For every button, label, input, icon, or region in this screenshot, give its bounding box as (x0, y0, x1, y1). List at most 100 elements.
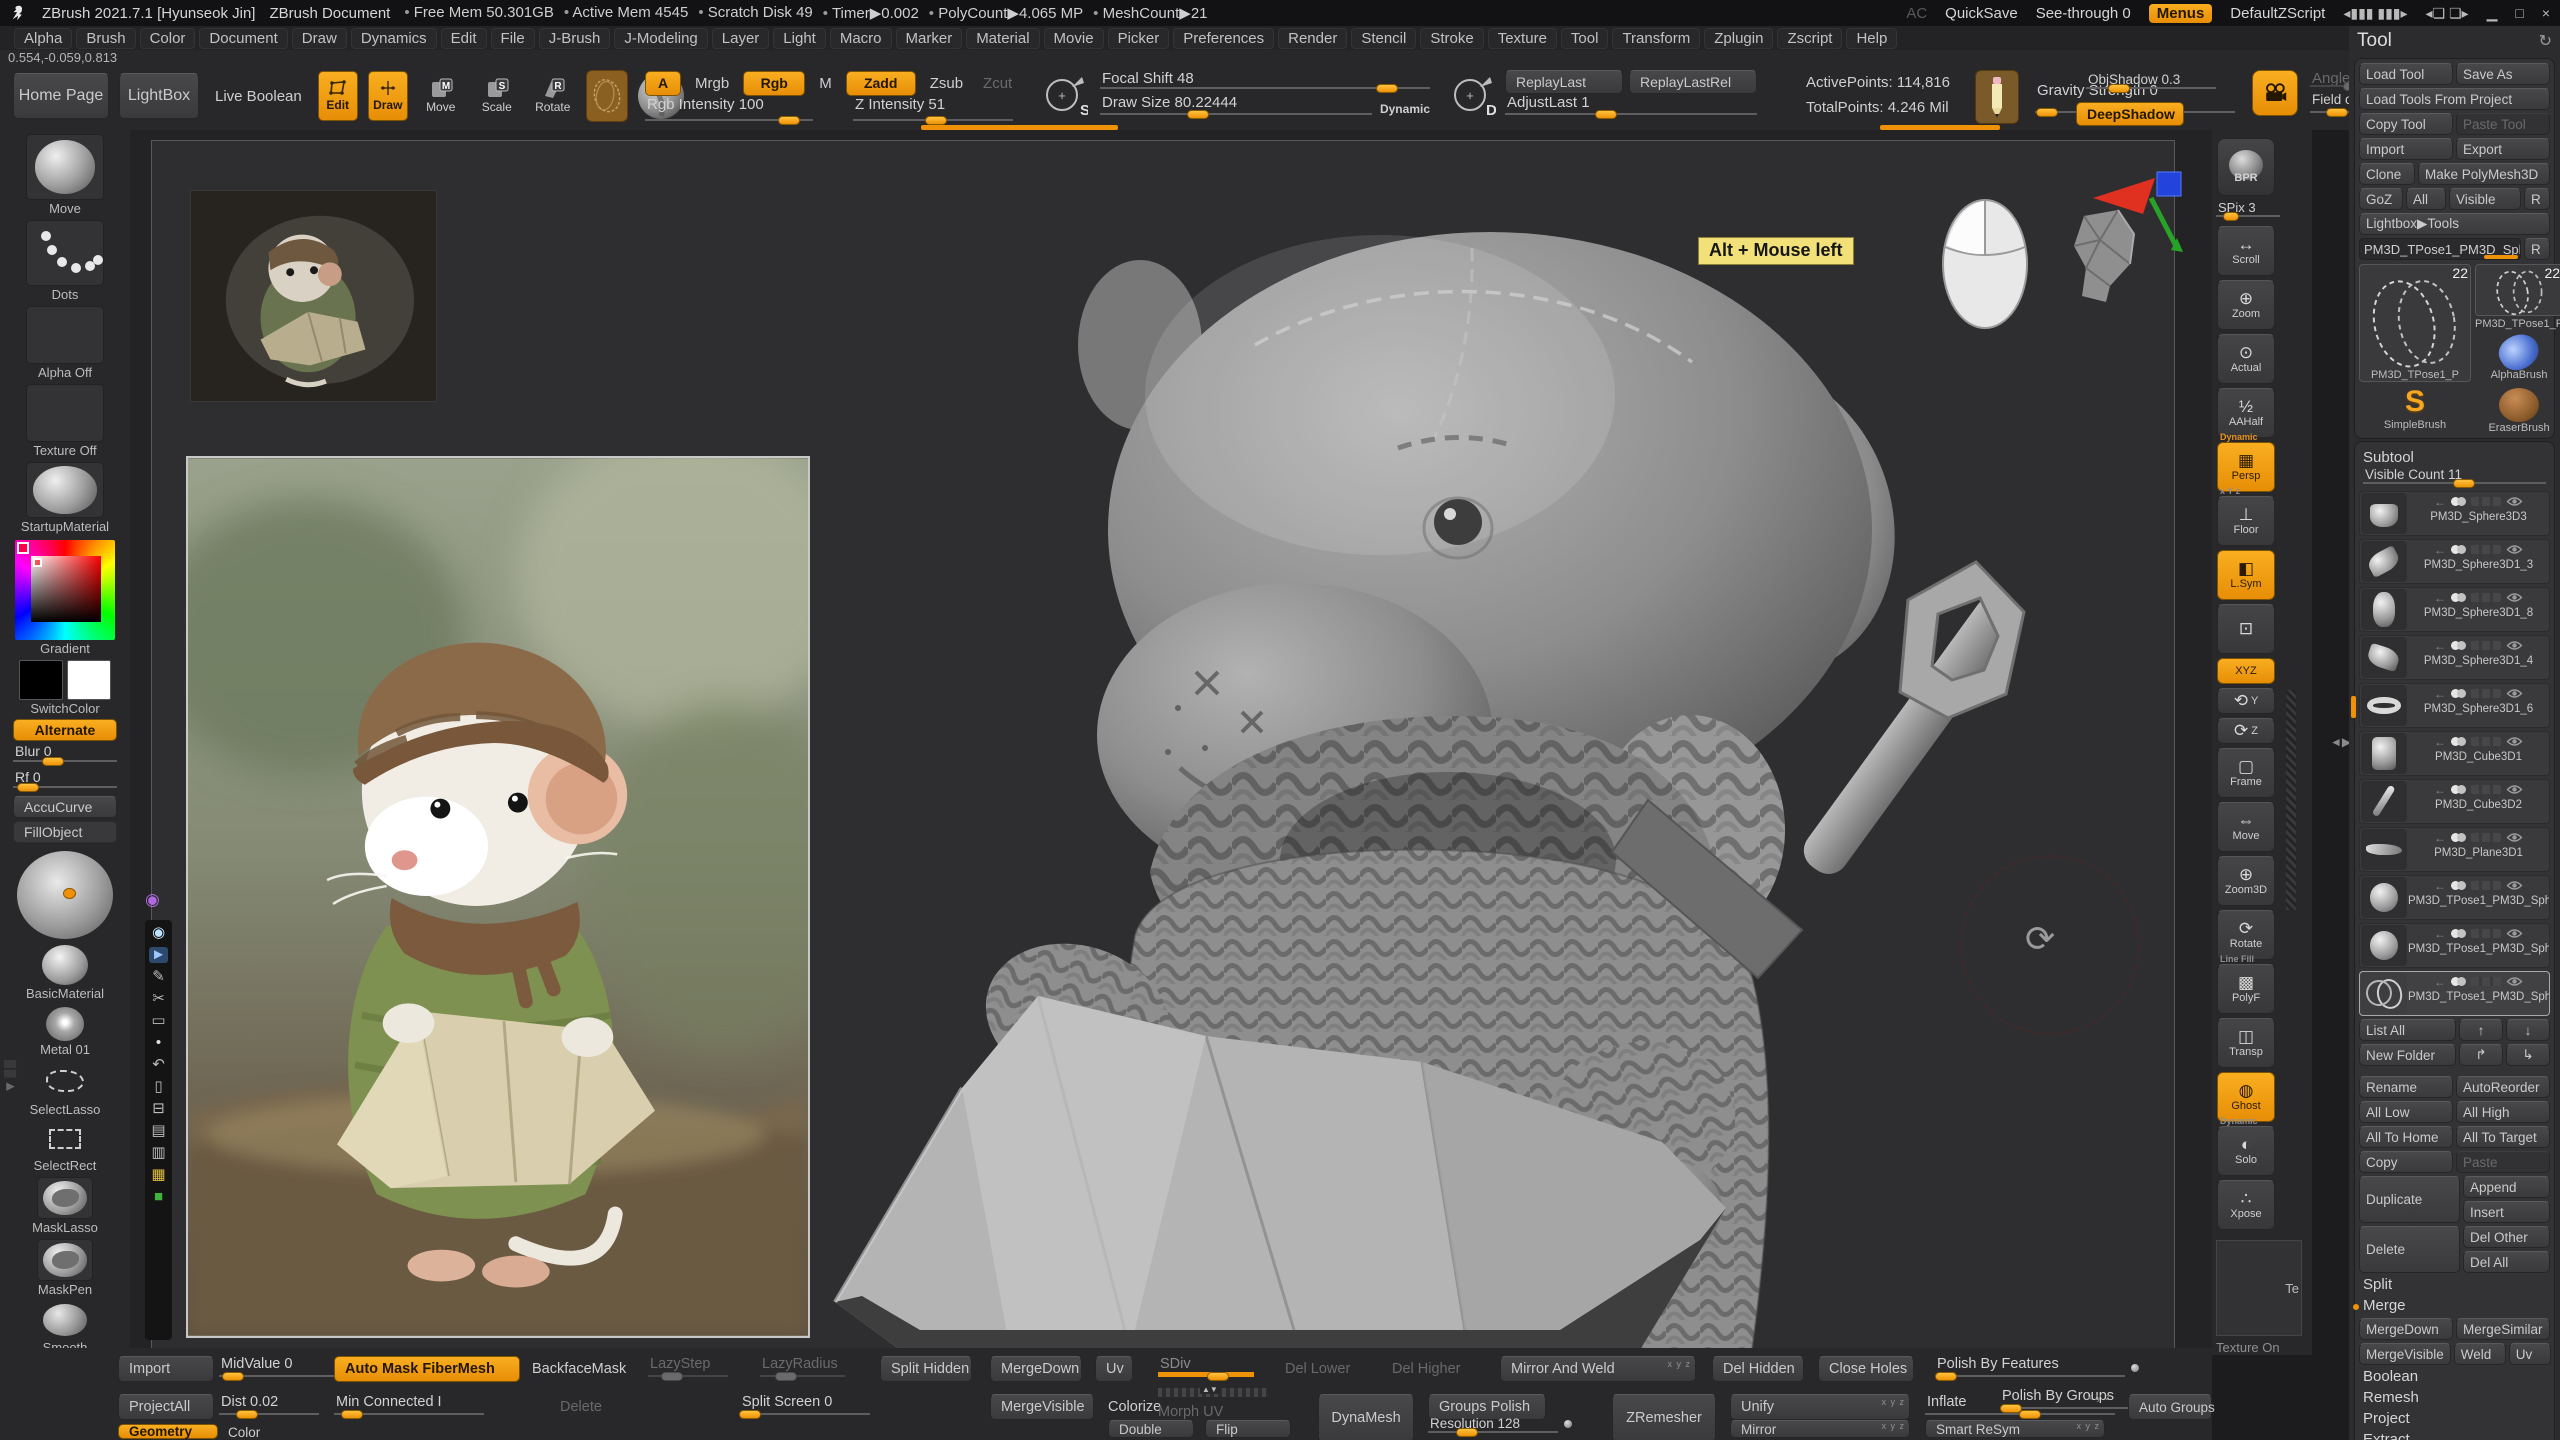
z-intensity-slider[interactable]: Z Intensity 51 (853, 96, 1013, 126)
menu-item[interactable]: Edit (441, 28, 487, 49)
current-alpha-slot[interactable] (26, 306, 104, 364)
scale-gizmo-button[interactable]: S Scale (474, 73, 520, 119)
shelf-tool-button[interactable]: ⟳ Z (2217, 718, 2275, 744)
sv-marker[interactable] (33, 558, 42, 567)
current-brush-thumbnail[interactable] (586, 70, 628, 122)
alternate-button[interactable]: Alternate (13, 719, 117, 741)
dist-slider[interactable]: Dist 0.02 (219, 1394, 319, 1420)
merge-visible-button[interactable]: MergeVisible (2359, 1343, 2451, 1365)
tool-r-button[interactable]: R (2524, 238, 2550, 260)
insert-button[interactable]: Insert (2463, 1201, 2550, 1223)
menu-item[interactable]: Document (199, 28, 287, 49)
shelf-tool-button[interactable]: XYZ (2217, 658, 2275, 684)
resolution-dot[interactable] (1564, 1420, 1572, 1428)
zcut-toggle[interactable]: Zcut (977, 75, 1018, 92)
move-up-button[interactable]: ↑ (2459, 1019, 2503, 1041)
merge-section-header[interactable]: Merge (2359, 1294, 2550, 1315)
draw-button[interactable]: Draw (368, 71, 408, 121)
eye-icon[interactable]: ◉ (152, 925, 165, 941)
goz-button[interactable]: GoZ (2359, 188, 2403, 210)
subtool-back-icon[interactable]: ← (2434, 831, 2446, 845)
shelf-tool-button[interactable]: ⇔ Move (2217, 802, 2275, 852)
menu-item[interactable]: Dynamics (351, 28, 437, 49)
split-screen-slider[interactable]: Split Screen 0 (740, 1394, 870, 1420)
shelf-tool-button[interactable]: ⊡ (2217, 604, 2275, 654)
palette-icon[interactable]: ▦ (151, 1167, 165, 1183)
all-high-button[interactable]: All High (2456, 1101, 2550, 1123)
rf-slider[interactable]: Rf 0 (13, 769, 117, 793)
pencil-icon[interactable]: ✎ (152, 969, 165, 985)
menu-item[interactable]: Picker (1108, 28, 1170, 49)
copy-icon[interactable]: ▥ (151, 1145, 165, 1161)
active-tool-thumbnail[interactable]: 22 PM3D_TPose1_P (2359, 264, 2471, 382)
unify-button[interactable]: Unifyx y z (1730, 1394, 1910, 1420)
rgb-intensity-slider[interactable]: Rgb Intensity 100 (645, 96, 813, 126)
subtool-row[interactable]: ← PM3D_Cube3D2 (2359, 779, 2550, 824)
split-section-header[interactable]: Split (2359, 1273, 2550, 1294)
close-button[interactable]: × (2542, 5, 2550, 21)
subtool-thumbnail[interactable] (2361, 925, 2407, 966)
list-all-button[interactable]: List All (2359, 1019, 2456, 1041)
visibility-eye-icon[interactable] (2506, 592, 2523, 603)
menu-item[interactable]: Movie (1044, 28, 1104, 49)
panel-divider-handle[interactable]: ◄▶ (2330, 735, 2351, 749)
uv-bottom-button[interactable]: Uv (1095, 1356, 1133, 1382)
sdiv-scrub-strip[interactable] (1158, 1388, 1268, 1397)
menu-item[interactable]: Zscript (1777, 28, 1842, 49)
menu-item[interactable]: Stencil (1351, 28, 1416, 49)
spix-slider[interactable]: SPix 3 (2216, 200, 2280, 222)
extract-section-header[interactable]: Extract (2359, 1428, 2550, 1440)
basic-material-thumb[interactable] (42, 945, 88, 985)
secondary-color-swatch[interactable] (67, 660, 111, 700)
close-holes-button[interactable]: Close Holes (1818, 1356, 1914, 1382)
knife-icon[interactable]: ✂ (152, 991, 165, 1007)
shelf-scrollbar[interactable] (2286, 690, 2296, 910)
polypaint-icon[interactable] (2451, 977, 2466, 986)
accucurve-button[interactable]: AccuCurve (13, 796, 117, 818)
move-gizmo-button[interactable]: M Move (418, 73, 464, 119)
shelf-tool-button[interactable]: ½ AAHalf (2217, 388, 2275, 438)
duplicate-button[interactable]: Duplicate (2359, 1176, 2460, 1223)
shelf-tool-button[interactable]: ⊕ Zoom (2217, 280, 2275, 330)
menu-item[interactable]: Preferences (1173, 28, 1274, 49)
swatch-icon[interactable]: ■ (154, 1189, 163, 1205)
visibility-eye-icon[interactable] (2506, 544, 2523, 555)
resolution-slider[interactable]: Resolution 128 (1428, 1416, 1558, 1438)
subtool-row[interactable]: ← PM3D_TPose1_PM3D_Sphere3 (2359, 971, 2550, 1016)
sdiv-slider[interactable]: SDiv (1158, 1356, 1254, 1382)
polypaint-icon[interactable] (2451, 545, 2466, 554)
replay-last-rel-button[interactable]: ReplayLastRel (1629, 70, 1757, 94)
menu-item[interactable]: Material (966, 28, 1039, 49)
min-connected-slider[interactable]: Min Connected I (334, 1394, 484, 1420)
goz-r-button[interactable]: R (2524, 188, 2550, 210)
subtool-thumbnail[interactable] (2361, 685, 2407, 726)
subtool-thumbnail[interactable] (2361, 973, 2407, 1014)
menu-item[interactable]: Draw (292, 28, 347, 49)
polypaint-icon[interactable] (2451, 881, 2466, 890)
all-to-target-button[interactable]: All To Target (2456, 1126, 2550, 1148)
reference-photo[interactable] (186, 456, 810, 1338)
paste-subtool-button[interactable]: Paste (2456, 1151, 2550, 1173)
bpr-render-button[interactable]: BPR (2217, 138, 2275, 196)
fillobject-button[interactable]: FillObject (13, 821, 117, 843)
morph-uv-button[interactable]: Morph UV (1158, 1404, 1223, 1420)
menu-item[interactable]: J-Modeling (614, 28, 707, 49)
menu-item[interactable]: Tool (1561, 28, 1609, 49)
subtool-back-icon[interactable]: ← (2434, 735, 2446, 749)
ruler-icon[interactable]: ▭ (151, 1013, 165, 1029)
polish-mode-dot[interactable] (2131, 1364, 2139, 1372)
menu-item[interactable]: Help (1846, 28, 1897, 49)
move-into-button[interactable]: ↳ (2506, 1044, 2550, 1066)
subtool-row[interactable]: ← PM3D_Sphere3D1_6 (2359, 683, 2550, 728)
subtool-back-icon[interactable]: ← (2434, 543, 2446, 557)
subtool-back-icon[interactable]: ← (2434, 879, 2446, 893)
auto-mask-fibermesh-button[interactable]: Auto Mask FiberMesh (334, 1356, 520, 1382)
undo-icon[interactable]: ↶ (152, 1057, 165, 1073)
delete-loops-button[interactable]: Delete (560, 1399, 602, 1415)
merge-visible-bottom-button[interactable]: MergeVisible (990, 1394, 1094, 1420)
dynamic-curve-icon[interactable]: +D (1448, 70, 1496, 122)
auto-groups-button[interactable]: Auto Groups (2128, 1394, 2212, 1420)
menu-item[interactable]: Color (140, 28, 196, 49)
polypaint-icon[interactable] (2451, 737, 2466, 746)
load-tool-button[interactable]: Load Tool (2359, 63, 2453, 85)
